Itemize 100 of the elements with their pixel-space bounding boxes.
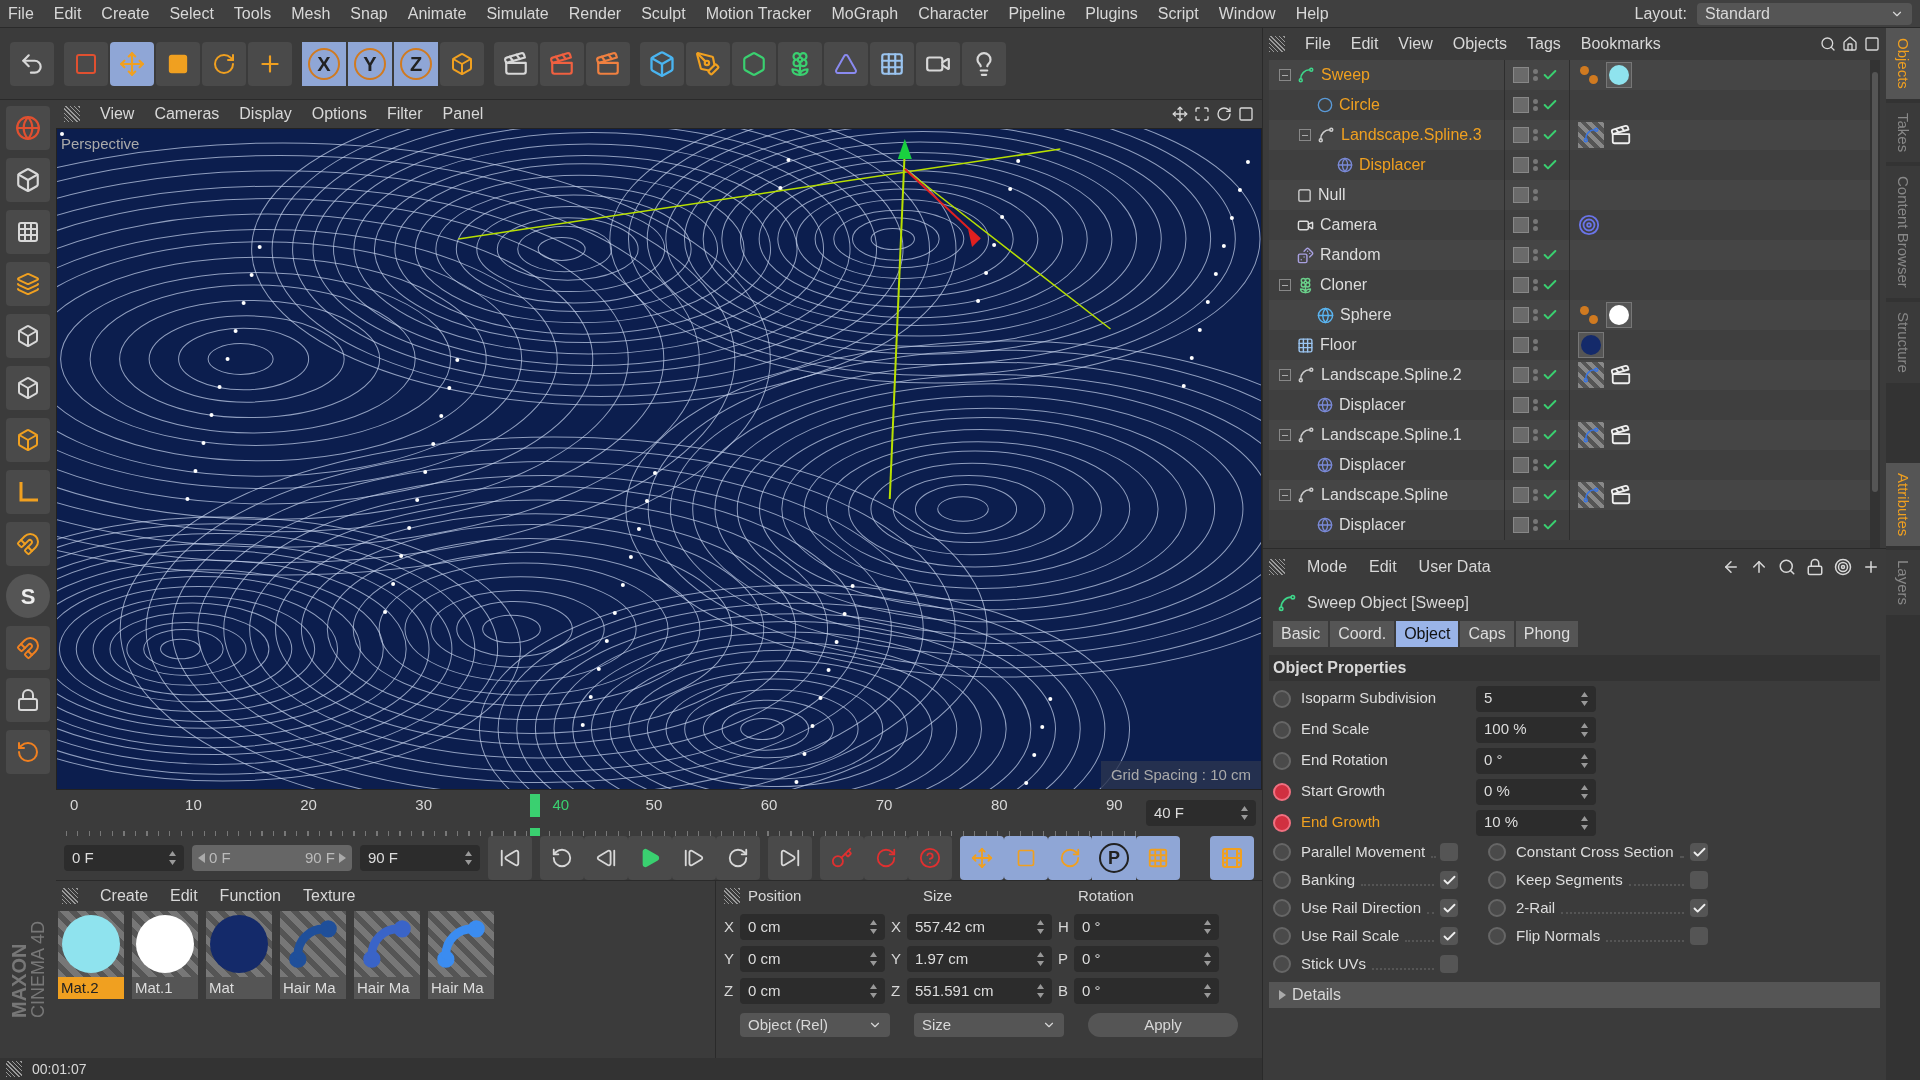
object-name[interactable]: Landscape.Spline xyxy=(1321,483,1449,507)
viewport-menu-item[interactable]: Filter xyxy=(386,102,423,126)
tree-toggle[interactable] xyxy=(1279,429,1291,441)
visibility-dots-icon[interactable] xyxy=(1533,129,1538,141)
pan-icon[interactable] xyxy=(1172,106,1188,122)
layer-swatch[interactable] xyxy=(1513,217,1529,233)
number-field[interactable]: 551.591 cm xyxy=(907,978,1052,1004)
tree-toggle[interactable] xyxy=(1279,489,1291,501)
visibility-dots-icon[interactable] xyxy=(1533,279,1538,291)
number-field[interactable]: 1.97 cm xyxy=(907,946,1052,972)
undo-button[interactable] xyxy=(10,41,54,86)
animation-radio[interactable] xyxy=(1273,871,1291,889)
axis-lock-button[interactable]: Y xyxy=(348,41,392,86)
animation-radio[interactable] xyxy=(1273,899,1291,917)
number-field[interactable]: 90 F xyxy=(360,845,480,871)
menu-item[interactable]: Motion Tracker xyxy=(705,1,812,26)
apply-button[interactable]: Apply xyxy=(1088,1013,1238,1037)
menu-item[interactable]: Script xyxy=(1157,1,1199,26)
attribute-tab[interactable]: Coord. xyxy=(1330,621,1395,647)
object-name[interactable]: Random xyxy=(1320,243,1381,267)
search-icon[interactable] xyxy=(1778,558,1796,576)
material-swatch[interactable]: Hair Ma xyxy=(428,911,494,999)
material-swatch[interactable]: Mat.2 xyxy=(58,911,124,999)
spinner-arrows-icon[interactable] xyxy=(1581,722,1588,737)
object-name[interactable]: Landscape.Spline.1 xyxy=(1321,423,1462,447)
object-name[interactable]: Floor xyxy=(1320,333,1357,357)
number-field[interactable]: 0 ° xyxy=(1074,914,1219,940)
spinner-arrows-icon[interactable] xyxy=(1037,920,1044,934)
object-menu-item[interactable]: Objects xyxy=(1452,32,1507,56)
keyframe-radio[interactable] xyxy=(1273,720,1291,739)
attribute-tab[interactable]: Phong xyxy=(1515,621,1579,647)
animation-radio[interactable] xyxy=(1488,899,1506,917)
visibility-dots-icon[interactable] xyxy=(1533,459,1538,471)
number-field[interactable]: 0 cm xyxy=(740,914,885,940)
texture-mode-button[interactable] xyxy=(6,210,50,254)
option-checkbox[interactable] xyxy=(1440,871,1458,889)
keyframe-radio[interactable] xyxy=(1273,689,1291,708)
cloner-button[interactable] xyxy=(778,41,822,86)
camera-button[interactable] xyxy=(916,41,960,86)
clapperboard-tag-icon[interactable] xyxy=(1610,364,1632,386)
workplane-button[interactable] xyxy=(6,262,50,306)
object-name[interactable]: Displacer xyxy=(1339,393,1406,417)
edges-mode-button[interactable] xyxy=(6,366,50,410)
spinner-arrows-icon[interactable] xyxy=(870,952,877,966)
spinner-arrows-icon[interactable] xyxy=(870,920,877,934)
next-key-button[interactable] xyxy=(716,836,760,880)
layer-swatch[interactable] xyxy=(1513,457,1529,473)
target-icon[interactable] xyxy=(1834,558,1852,576)
layer-swatch[interactable] xyxy=(1513,517,1529,533)
floor-button[interactable] xyxy=(870,41,914,86)
number-field[interactable]: 0 ° xyxy=(1074,946,1219,972)
material-tag-icon[interactable] xyxy=(1606,62,1632,88)
number-field[interactable]: 0 ° xyxy=(1476,747,1596,774)
spinner-arrows-icon[interactable] xyxy=(1581,784,1588,799)
object-name[interactable]: Displacer xyxy=(1339,513,1406,537)
option-checkbox[interactable] xyxy=(1690,871,1708,889)
go-to-start-button[interactable] xyxy=(488,836,532,880)
visibility-dots-icon[interactable] xyxy=(1533,429,1538,441)
object-name[interactable]: Sphere xyxy=(1340,303,1392,327)
number-field[interactable]: 0 cm xyxy=(740,978,885,1004)
axis-mode-button[interactable] xyxy=(6,470,50,514)
tree-toggle[interactable] xyxy=(1299,129,1311,141)
deformer-button[interactable] xyxy=(824,41,868,86)
coordinate-system-button[interactable] xyxy=(440,41,484,86)
menu-item[interactable]: Sculpt xyxy=(641,1,686,26)
object-name[interactable]: Landscape.Spline.3 xyxy=(1341,123,1482,147)
keyframe-radio[interactable] xyxy=(1273,782,1291,801)
object-menu-item[interactable]: Edit xyxy=(1350,32,1379,56)
layer-swatch[interactable] xyxy=(1513,337,1529,353)
search-icon[interactable] xyxy=(1820,36,1836,52)
clapperboard-tag-icon[interactable] xyxy=(1610,124,1632,146)
viewport[interactable]: Perspective Grid Spacing : 10 cm xyxy=(56,128,1262,790)
visibility-dots-icon[interactable] xyxy=(1533,159,1538,171)
attribute-tab[interactable]: Basic xyxy=(1273,621,1329,647)
menu-item[interactable]: Help xyxy=(1295,1,1329,26)
option-checkbox[interactable] xyxy=(1690,927,1708,945)
make-editable-button[interactable] xyxy=(6,106,50,150)
menu-item[interactable]: Pipeline xyxy=(1008,1,1066,26)
layer-swatch[interactable] xyxy=(1513,67,1529,83)
side-tab[interactable]: Objects xyxy=(1886,28,1920,99)
visibility-dots-icon[interactable] xyxy=(1533,339,1538,351)
tree-toggle[interactable] xyxy=(1279,369,1291,381)
material-swatch[interactable]: Mat xyxy=(206,911,272,999)
object-menu-item[interactable]: Tags xyxy=(1527,32,1561,56)
size-mode-dropdown[interactable]: Size xyxy=(914,1013,1064,1037)
attributes-menu-item[interactable]: User Data xyxy=(1418,555,1491,579)
animation-radio[interactable] xyxy=(1488,927,1506,945)
material-menu-item[interactable]: Create xyxy=(100,884,149,908)
viewport-menu-item[interactable]: Panel xyxy=(442,102,484,126)
menu-item[interactable]: Snap xyxy=(350,1,388,26)
material-tag-icon[interactable] xyxy=(1606,302,1632,328)
menu-item[interactable]: Window xyxy=(1218,1,1276,26)
material-tag-icon[interactable] xyxy=(1578,332,1604,358)
viewport-menu-item[interactable]: Display xyxy=(239,102,292,126)
visibility-dots-icon[interactable] xyxy=(1533,189,1538,201)
layer-swatch[interactable] xyxy=(1513,397,1529,413)
render-settings-button[interactable] xyxy=(586,41,630,86)
scale-button[interactable] xyxy=(156,41,200,86)
material-menu-item[interactable]: Edit xyxy=(170,884,198,908)
visibility-dots-icon[interactable] xyxy=(1533,249,1538,261)
